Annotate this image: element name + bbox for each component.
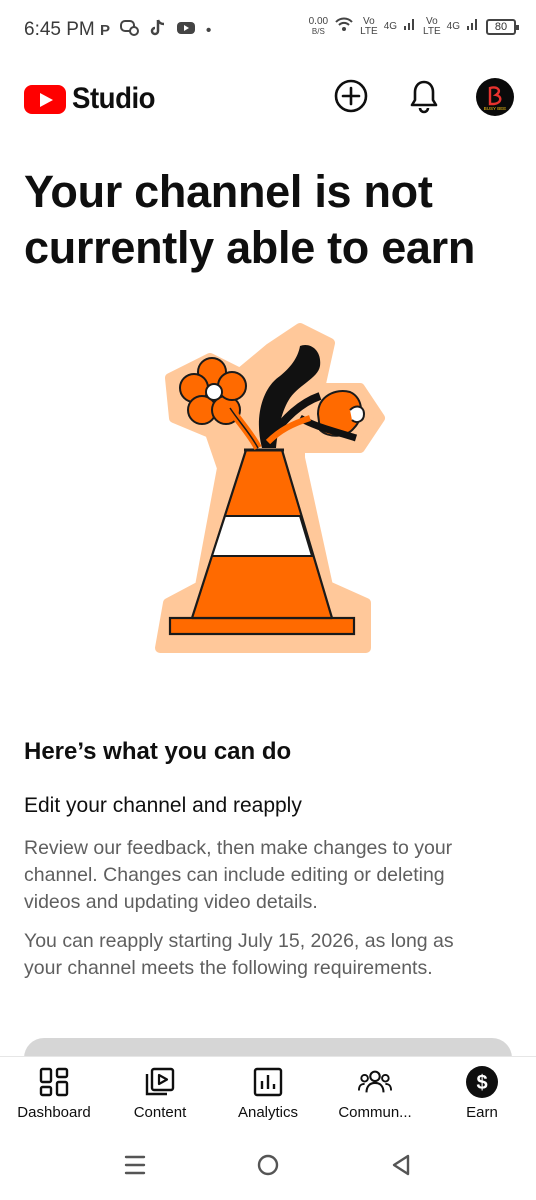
sim1-network: 4G xyxy=(383,20,398,32)
avatar[interactable]: BUSY BEE xyxy=(476,78,514,116)
dashboard-icon xyxy=(37,1065,71,1099)
page-title: Your channel is not currently able to ea… xyxy=(24,166,476,273)
notifications-button[interactable] xyxy=(402,76,446,120)
sim1-volte-bottom: LTE xyxy=(360,25,378,37)
logo-text: Studio xyxy=(72,82,156,115)
nav-content-label: Content xyxy=(133,1104,187,1121)
cone-illustration xyxy=(150,318,390,658)
home-button[interactable] xyxy=(251,1150,285,1184)
community-icon xyxy=(358,1065,392,1099)
network-speed-unit: B/S xyxy=(311,26,325,36)
nav-earn-label: Earn xyxy=(466,1104,498,1121)
battery-icon: 80 xyxy=(486,18,519,35)
sim1-volte-top: Vo xyxy=(363,15,375,27)
sim2-network: 4G xyxy=(446,20,460,32)
back-button[interactable] xyxy=(384,1150,418,1184)
bell-icon xyxy=(408,78,440,119)
nav-analytics-label: Analytics xyxy=(237,1104,299,1121)
status-system-icons: 0.00 B/S Vo LTE 4G Vo LTE 4G 80 xyxy=(308,15,519,37)
network-speed-value: 0.00 xyxy=(308,15,329,27)
dot-icon: • xyxy=(206,21,212,39)
nav-dashboard-label: Dashboard xyxy=(17,1104,91,1121)
tiktok-icon xyxy=(150,19,166,42)
nav-content[interactable]: Content xyxy=(110,1065,210,1121)
create-button[interactable] xyxy=(329,76,373,120)
sim2-volte-bottom: LTE xyxy=(423,25,441,37)
back-icon xyxy=(390,1153,412,1182)
nav-dashboard[interactable]: Dashboard xyxy=(4,1065,104,1121)
nav-analytics[interactable]: Analytics xyxy=(218,1065,318,1121)
app-bar: Studio BUSY BEE xyxy=(0,62,536,132)
bottom-nav: Dashboard Content Analytics Commun... $ … xyxy=(0,1056,536,1134)
sim1-volte: Vo LTE xyxy=(360,15,378,37)
earn-icon: $ xyxy=(465,1065,499,1099)
edit-channel-title: Edit your channel and reapply xyxy=(24,794,302,817)
menu-icon xyxy=(123,1154,147,1181)
status-time: 6:45 PM xyxy=(24,19,95,40)
nav-community-label: Commun... xyxy=(338,1104,412,1121)
home-icon xyxy=(256,1153,280,1182)
sim2-volte-top: Vo xyxy=(426,15,438,27)
youtube-logo-icon xyxy=(24,84,66,114)
avatar-logo-icon: BUSY BEE xyxy=(484,86,506,111)
chat-icon xyxy=(120,19,140,42)
recents-button[interactable] xyxy=(118,1150,152,1184)
analytics-icon xyxy=(251,1065,285,1099)
svg-text:$: $ xyxy=(476,1072,487,1094)
signal-icon-sim2 xyxy=(466,17,480,36)
avatar-text: BUSY BEE xyxy=(484,106,506,111)
system-nav-bar xyxy=(0,1134,536,1200)
feedback-paragraph: Review our feedback, then make changes t… xyxy=(24,837,453,913)
nav-earn[interactable]: $ Earn xyxy=(432,1065,532,1121)
sim2-volte: Vo LTE xyxy=(423,15,441,37)
wifi-icon xyxy=(334,16,354,37)
network-speed: 0.00 B/S xyxy=(308,15,329,37)
p-app-icon: P xyxy=(100,21,111,39)
section-title: Here’s what you can do xyxy=(24,738,292,765)
status-notification-icons: P • xyxy=(100,19,211,42)
add-circle-icon xyxy=(333,78,369,119)
traffic-cone-icon xyxy=(155,323,385,653)
signal-icon-sim1 xyxy=(403,17,417,36)
status-bar: 6:45 PM P • 0.00 B/S Vo LTE 4G Vo LTE 4G… xyxy=(0,0,536,62)
content-icon xyxy=(143,1065,177,1099)
reapply-paragraph: You can reapply starting July 15, 2026, … xyxy=(24,930,454,979)
nav-community[interactable]: Commun... xyxy=(325,1065,425,1121)
youtube-icon xyxy=(176,20,196,41)
studio-logo[interactable]: Studio xyxy=(24,82,162,116)
